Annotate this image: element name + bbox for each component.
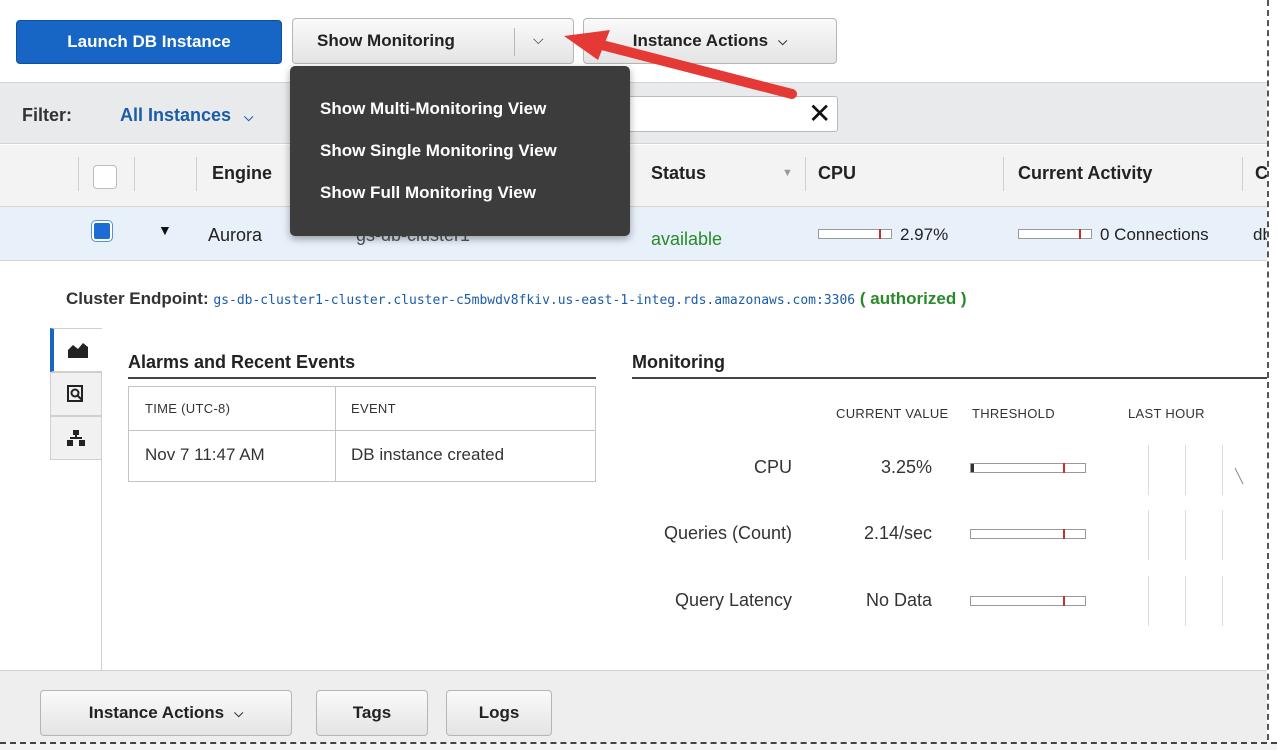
metric-name: Query Latency [674, 590, 792, 610]
column-divider [805, 157, 806, 191]
column-header-cpu[interactable]: CPU [818, 163, 856, 184]
threshold-bar [970, 529, 1086, 539]
magnify-doc-icon [67, 385, 83, 402]
row-checkbox[interactable] [91, 220, 113, 242]
events-header-event: EVENT [351, 401, 396, 416]
sort-icon[interactable]: ▼ [782, 167, 793, 179]
show-monitoring-dropdown-toggle[interactable]: ⌵ [533, 31, 544, 48]
chevron-down-icon: ⌵ [533, 31, 544, 47]
menu-item-single-monitoring[interactable]: Show Single Monitoring View [320, 141, 557, 161]
column-divider [1242, 157, 1243, 191]
tags-button[interactable]: Tags [316, 690, 428, 736]
cpu-sparkline [1234, 467, 1244, 485]
area-chart-icon [68, 343, 88, 358]
event-description: DB instance created [351, 445, 505, 464]
column-divider [1003, 157, 1004, 191]
sparkline-gridline [1185, 445, 1186, 495]
filter-label: Filter: [22, 105, 73, 125]
launch-db-instance-button[interactable]: Launch DB Instance [16, 20, 282, 64]
sparkline-gridline [1222, 510, 1223, 560]
column-divider [78, 157, 79, 191]
metric-name: Queries (Count) [663, 523, 792, 543]
logs-label: Logs [478, 703, 520, 722]
screenshot-edge-bottom [0, 742, 1277, 750]
bottom-instance-actions-button[interactable]: Instance Actions ⌵ [40, 690, 292, 736]
sparkline-gridline [1222, 576, 1223, 626]
tab-details[interactable] [50, 372, 102, 416]
chevron-down-icon: ⌵ [234, 705, 244, 720]
tags-label: Tags [352, 703, 392, 722]
column-header-status[interactable]: Status [651, 163, 706, 184]
endpoint-authorized: ( authorized ) [859, 289, 967, 308]
show-monitoring-button[interactable]: Show Monitoring [292, 18, 574, 64]
threshold-bar [970, 463, 1086, 473]
sparkline-gridline [1148, 576, 1149, 626]
monitoring-underline [632, 377, 1267, 379]
sparkline-gridline [1148, 445, 1149, 495]
hierarchy-icon [67, 430, 85, 446]
endpoint-label: Cluster Endpoint: [66, 289, 209, 308]
cpu-usage-bar [818, 229, 892, 239]
chevron-down-icon: ⌵ [244, 110, 254, 124]
cluster-endpoint: Cluster Endpoint: gs-db-cluster1-cluster… [66, 289, 967, 309]
monitoring-header-threshold: THRESHOLD [972, 406, 1055, 421]
row-engine: Aurora [208, 225, 263, 245]
show-monitoring-divider [514, 28, 515, 56]
events-column-divider [335, 387, 336, 481]
filter-select[interactable]: All Instances ⌵ [120, 105, 253, 126]
monitoring-header-current: CURRENT VALUE [836, 406, 949, 421]
row-status: available [651, 229, 723, 249]
row-cpu-value: 2.97% [900, 225, 949, 244]
connections-bar-marker [1079, 229, 1081, 239]
sparkline-gridline [1185, 510, 1186, 560]
monitoring-header-last-hour: LAST HOUR [1128, 406, 1205, 421]
column-header-current-activity[interactable]: Current Activity [1018, 163, 1152, 184]
tab-monitoring[interactable] [50, 328, 102, 372]
monitoring-title: Monitoring [632, 352, 725, 372]
logs-button[interactable]: Logs [446, 690, 552, 736]
endpoint-value[interactable]: gs-db-cluster1-cluster.cluster-c5mbwdv8f… [213, 293, 855, 308]
threshold-marker [1063, 463, 1065, 473]
threshold-marker [1063, 596, 1065, 606]
cpu-bar-marker [879, 229, 881, 239]
clear-search-icon[interactable]: ✕ [808, 97, 831, 130]
screenshot-edge-right [1267, 0, 1277, 750]
column-divider [196, 157, 197, 191]
threshold-bar [970, 596, 1086, 606]
sparkline-gridline [1148, 510, 1149, 560]
row-connections: 0 Connections [1100, 225, 1209, 244]
bottom-instance-actions-label: Instance Actions [88, 703, 225, 722]
events-table: TIME (UTC-8) EVENT Nov 7 11:47 AM DB ins… [128, 386, 596, 482]
filter-selected-value: All Instances [120, 105, 232, 125]
metric-value: 3.25% [880, 457, 932, 477]
events-header-time: TIME (UTC-8) [145, 401, 231, 416]
connections-bar [1018, 229, 1092, 239]
alarms-title: Alarms and Recent Events [128, 352, 356, 372]
alarms-underline [128, 377, 596, 379]
tab-topology[interactable] [50, 416, 102, 460]
launch-db-instance-label: Launch DB Instance [67, 32, 231, 51]
column-divider [134, 157, 135, 191]
show-monitoring-label: Show Monitoring [317, 31, 455, 50]
sparkline-gridline [1185, 576, 1186, 626]
annotation-arrow [564, 30, 797, 99]
metric-value: 2.14/sec [863, 523, 932, 543]
menu-item-multi-monitoring[interactable]: Show Multi-Monitoring View [320, 99, 546, 119]
threshold-bar-fill [971, 464, 974, 472]
expand-row-icon[interactable]: ▼ [158, 222, 172, 238]
sparkline-gridline [1222, 445, 1223, 495]
metric-value: No Data [865, 590, 932, 610]
event-time: Nov 7 11:47 AM [145, 445, 265, 464]
threshold-marker [1063, 529, 1065, 539]
select-all-checkbox[interactable] [93, 165, 117, 189]
column-header-engine[interactable]: Engine [212, 163, 272, 184]
menu-item-full-monitoring[interactable]: Show Full Monitoring View [320, 183, 536, 203]
metric-name: CPU [753, 457, 792, 477]
